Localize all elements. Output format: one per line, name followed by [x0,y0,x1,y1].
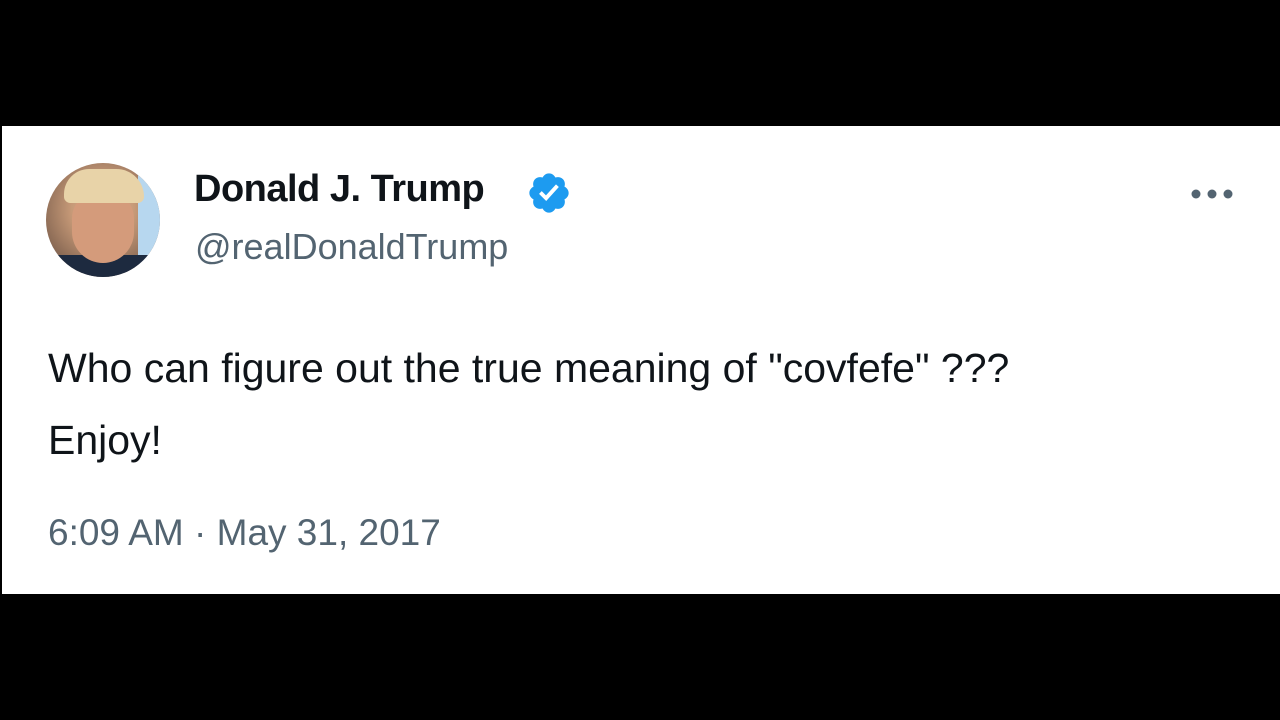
tweet-text: Who can figure out the true meaning of "… [48,345,1010,463]
avatar-hair [64,169,144,203]
avatar[interactable] [46,163,160,277]
more-horizontal-icon [1191,189,1233,199]
tweet-card: Donald J. Trump @realDonaldTrump Who can… [2,126,1280,594]
author-display-name[interactable]: Donald J. Trump [194,168,485,211]
author-handle[interactable]: @realDonaldTrump [195,226,508,268]
tweet-timestamp[interactable]: 6:09 AM · May 31, 2017 [48,512,441,554]
verified-badge-icon [529,173,569,213]
more-options-button[interactable] [1188,174,1236,214]
